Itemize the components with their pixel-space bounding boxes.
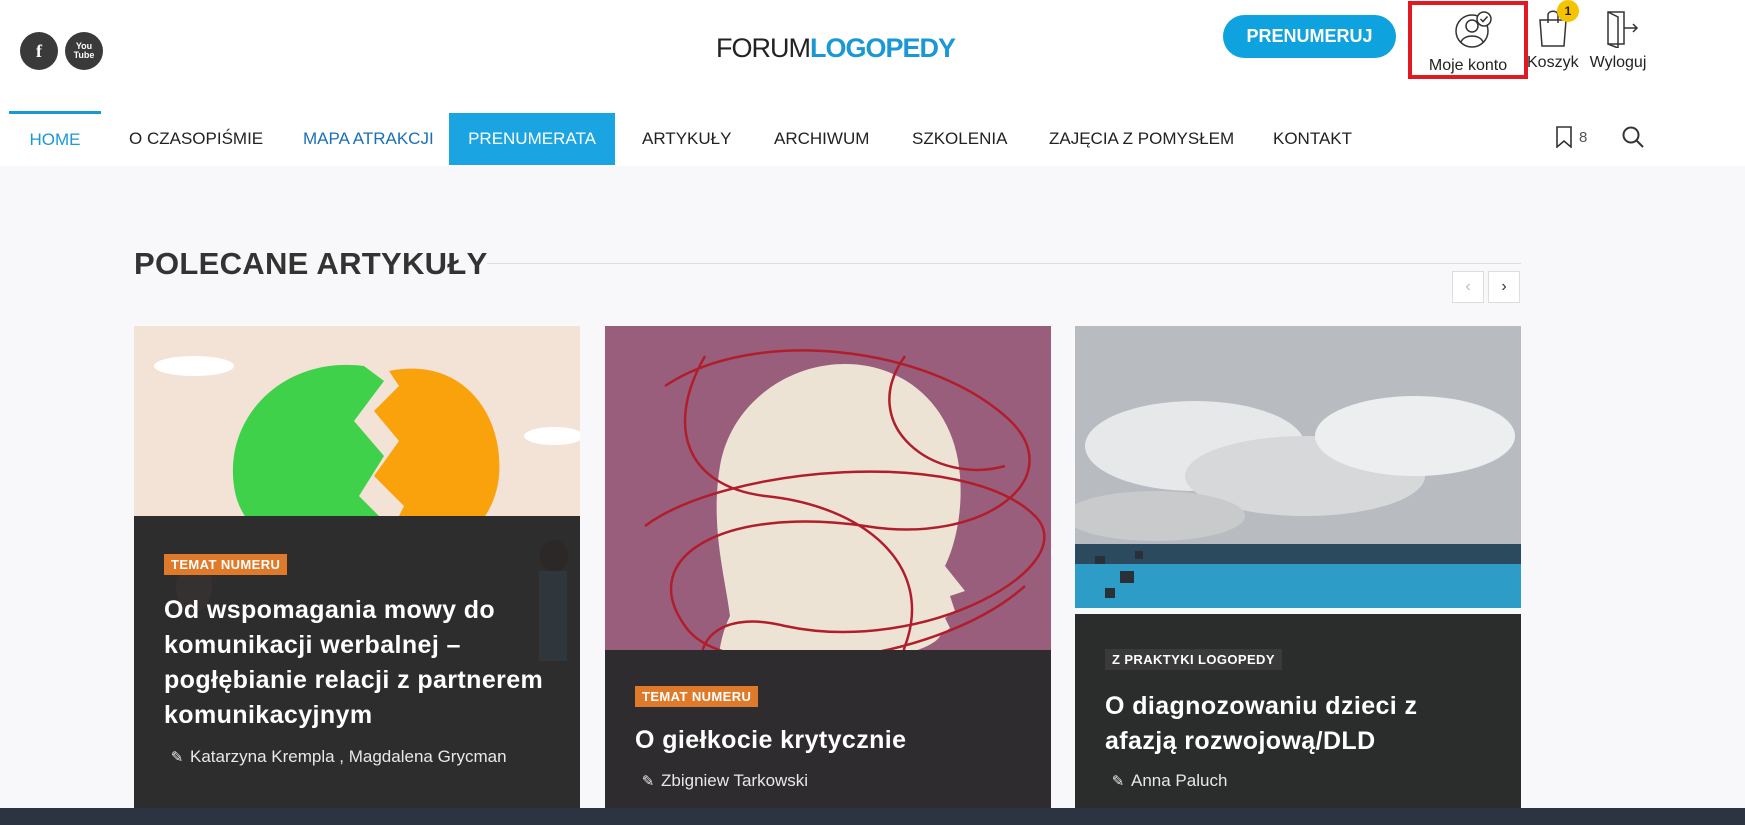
subscribe-button[interactable]: PRENUMERUJ: [1223, 15, 1396, 58]
facebook-icon[interactable]: f: [20, 32, 58, 70]
logout-label: Wyloguj: [1589, 54, 1647, 71]
nav-zajecia-z-pomyslem[interactable]: ZAJĘCIA Z POMYSŁEM: [1049, 113, 1234, 165]
card-author[interactable]: Katarzyna Krempla , Magdalena Grycman: [190, 747, 507, 766]
account-icon: [1455, 11, 1492, 48]
card-title[interactable]: O diagnozowaniu dzieci z afazją rozwojow…: [1105, 689, 1495, 759]
my-account-button[interactable]: Moje konto: [1408, 1, 1528, 79]
nav-home[interactable]: HOME: [9, 111, 101, 165]
pen-icon: ✎: [1111, 773, 1125, 790]
nav-mapa-atrakcji[interactable]: MAPA ATRAKCJI: [303, 113, 434, 165]
category-tag[interactable]: TEMAT NUMERU: [635, 686, 759, 707]
bottom-bar: [0, 808, 1745, 825]
section-title: POLECANE ARTYKUŁY: [134, 246, 488, 281]
nav-archiwum[interactable]: ARCHIWUM: [774, 113, 869, 165]
card-author[interactable]: Anna Paluch: [1131, 771, 1227, 790]
card-title[interactable]: O giełkocie krytycznie: [635, 723, 1025, 758]
logo-text-forum: FORUM: [716, 33, 811, 63]
carousel-next-button[interactable]: ›: [1488, 271, 1520, 303]
bookmark-icon: [1556, 126, 1572, 148]
article-card[interactable]: TEMAT NUMERU O giełkocie krytycznie ✎ Zbi…: [605, 326, 1051, 808]
main-nav: HOME O CZASOPIŚMIE MAPA ATRAKCJI PRENUME…: [0, 110, 1745, 166]
category-tag[interactable]: TEMAT NUMERU: [164, 554, 288, 575]
bookmarks-button[interactable]: 8: [1555, 126, 1587, 148]
card-title[interactable]: Od wspomagania mowy do komunikacji werba…: [164, 593, 554, 733]
cart-button[interactable]: 1 Koszyk: [1527, 0, 1579, 76]
nav-o-czasopismie[interactable]: O CZASOPIŚMIE: [129, 113, 263, 165]
category-tag[interactable]: Z PRAKTYKI LOGOPEDY: [1105, 649, 1282, 670]
pen-icon: ✎: [641, 773, 655, 790]
bookmark-count: 8: [1579, 128, 1588, 146]
cart-label: Koszyk: [1527, 54, 1579, 71]
carousel-prev-button[interactable]: ‹: [1452, 271, 1484, 303]
logo-text-logopedy: LOGOPEDY: [809, 33, 956, 63]
section-divider: [487, 263, 1521, 264]
article-card[interactable]: TEMAT NUMERU Od wspomagania mowy do komu…: [134, 326, 580, 808]
search-icon: [1622, 126, 1644, 148]
nav-szkolenia[interactable]: SZKOLENIA: [912, 113, 1007, 165]
logout-icon: [1607, 11, 1639, 48]
card-author[interactable]: Zbigniew Tarkowski: [661, 771, 808, 790]
my-account-label: Moje konto: [1428, 57, 1508, 74]
nav-prenumerata[interactable]: PRENUMERATA: [449, 113, 615, 165]
site-logo[interactable]: FORUMLOGOPEDY: [716, 33, 956, 64]
nav-artykuly[interactable]: ARTYKUŁY: [642, 113, 731, 165]
youtube-icon[interactable]: You Tube: [65, 32, 103, 70]
pen-icon: ✎: [170, 749, 184, 766]
cart-count-badge: 1: [1557, 0, 1579, 22]
article-card[interactable]: Z PRAKTYKI LOGOPEDY O diagnozowaniu dzie…: [1075, 326, 1521, 808]
logout-button[interactable]: Wyloguj: [1585, 6, 1651, 76]
site-header: f You Tube FORUMLOGOPEDY PRENUMERUJ Moje …: [0, 0, 1745, 110]
nav-kontakt[interactable]: KONTAKT: [1273, 113, 1352, 165]
search-button[interactable]: [1621, 125, 1645, 154]
